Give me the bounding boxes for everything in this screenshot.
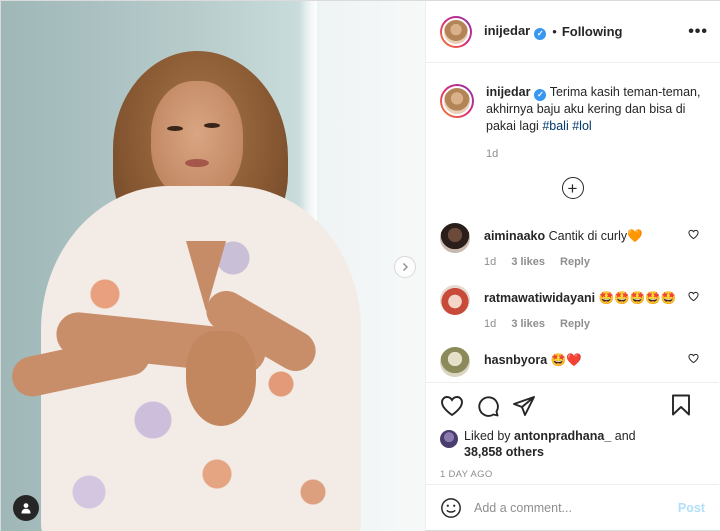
comment-composer: Post	[426, 484, 719, 530]
user-icon	[21, 503, 31, 514]
reply-button[interactable]: Reply	[560, 256, 590, 268]
post-sidebar: inijedar ✓ • Following ••• inijedar ✓ Teri…	[425, 1, 720, 530]
like-heart-icon[interactable]	[440, 394, 464, 418]
commenter-avatar[interactable]	[440, 223, 470, 253]
add-comment-input[interactable]	[474, 500, 678, 515]
post-actions: Liked by antonpradhana_ and 38,858 other…	[426, 382, 719, 483]
comment-item: hasnbyora 🤩❤️	[426, 347, 719, 377]
author-avatar[interactable]	[440, 15, 472, 48]
likes-summary: Liked by antonpradhana_ and 38,858 other…	[440, 428, 705, 460]
verified-badge-icon: ✓	[534, 27, 547, 40]
like-comment-heart-icon[interactable]	[688, 353, 699, 364]
load-more-comments[interactable]: +	[426, 177, 719, 199]
author-username[interactable]: inijedar ✓	[484, 23, 547, 40]
post-header: inijedar ✓ • Following •••	[426, 1, 720, 63]
next-image-button[interactable]	[394, 256, 416, 278]
hashtag-link[interactable]: #lol	[572, 119, 591, 133]
instagram-post-modal: inijedar ✓ • Following ••• inijedar ✓ Teri…	[0, 0, 720, 531]
bookmark-save-icon[interactable]	[669, 393, 693, 417]
post-comment-button[interactable]: Post	[678, 501, 705, 515]
comment-text: 🤩❤️	[550, 353, 582, 367]
post-caption: inijedar ✓ Terima kasih teman-teman, akhi…	[426, 64, 719, 163]
post-photo[interactable]	[1, 1, 425, 531]
photo-eye-right	[204, 123, 220, 128]
comment-username[interactable]: ratmawatiwidayani	[484, 291, 595, 305]
caption-time[interactable]: 1d	[486, 148, 498, 160]
comment-likes[interactable]: 3 likes	[511, 318, 545, 330]
comment-time[interactable]: 1d	[484, 318, 496, 330]
more-options-icon[interactable]: •••	[688, 23, 708, 41]
comments-list[interactable]: inijedar ✓ Terima kasih teman-teman, akhi…	[426, 64, 719, 382]
comment-item: ratmawatiwidayani 🤩🤩🤩🤩🤩 1d 3 likes Reply	[426, 285, 719, 333]
share-paper-plane-icon[interactable]	[512, 394, 536, 418]
commenter-avatar[interactable]	[440, 347, 470, 377]
caption-username[interactable]: inijedar	[486, 85, 530, 99]
comment-text: Cantik di curly🧡	[548, 229, 643, 243]
photo-eye-left	[167, 126, 183, 131]
commenter-avatar[interactable]	[440, 285, 470, 315]
comment-username[interactable]: hasnbyora	[484, 353, 547, 367]
emoji-smiley-icon[interactable]	[440, 497, 462, 519]
post-timestamp[interactable]: 1 DAY AGO	[440, 469, 705, 480]
photo-lips	[185, 159, 209, 167]
comment-username[interactable]: aiminaako	[484, 229, 545, 243]
liked-by-label: Liked by	[464, 429, 511, 443]
hashtag-link[interactable]: #bali	[542, 119, 568, 133]
like-comment-heart-icon[interactable]	[688, 229, 699, 240]
following-button[interactable]: Following	[562, 24, 623, 39]
comment-text: 🤩🤩🤩🤩🤩	[598, 291, 677, 305]
verified-badge-icon: ✓	[534, 88, 547, 101]
comment-bubble-icon[interactable]	[476, 394, 500, 418]
photo-face	[151, 81, 243, 199]
reply-button[interactable]: Reply	[560, 318, 590, 330]
likes-count[interactable]: 38,858 others	[464, 445, 544, 459]
plus-circle-icon[interactable]: +	[561, 177, 584, 199]
liked-and-label: and	[614, 429, 636, 443]
like-comment-heart-icon[interactable]	[688, 291, 699, 302]
liker-username[interactable]: antonpradhana_	[514, 429, 611, 443]
separator-dot: •	[552, 24, 557, 39]
liker-avatar[interactable]	[440, 430, 458, 448]
photo-hand	[186, 331, 256, 426]
comment-item: aiminaako Cantik di curly🧡 1d 3 likes Re…	[426, 223, 719, 271]
tagged-users-button[interactable]	[13, 495, 39, 521]
comment-likes[interactable]: 3 likes	[511, 256, 545, 268]
chevron-right-icon	[403, 263, 408, 271]
caption-avatar[interactable]	[440, 84, 474, 118]
comment-time[interactable]: 1d	[484, 256, 496, 268]
